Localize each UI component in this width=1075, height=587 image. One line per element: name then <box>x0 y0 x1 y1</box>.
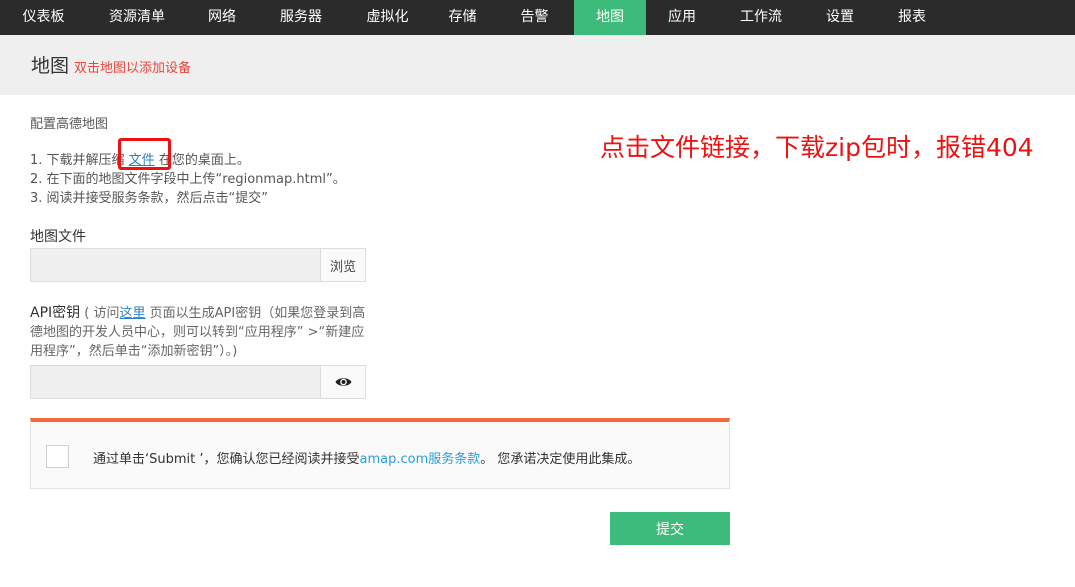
api-key-input[interactable] <box>31 366 320 398</box>
map-file-input[interactable] <box>31 249 320 281</box>
map-file-label: 地图文件 <box>30 229 86 245</box>
terms-text-suffix: 。 您承诺决定使用此集成。 <box>480 452 641 467</box>
terms-box: 通过单击‘Submit ’，您确认您已经阅读并接受amap.com服务条款。 您… <box>30 418 730 489</box>
api-key-label: API密钥 <box>30 305 81 321</box>
nav-item-settings[interactable]: 设置 <box>804 0 876 35</box>
config-step-3: 3. 阅读并接受服务条款，然后点击“提交” <box>30 191 269 206</box>
nav-item-storage[interactable]: 存储 <box>430 0 495 35</box>
nav-item-dashboard[interactable]: 仪表板 <box>0 0 87 35</box>
api-key-here-link[interactable]: 这里 <box>120 306 146 321</box>
nav-item-inventory[interactable]: 资源清单 <box>87 0 187 35</box>
page-title: 地图 <box>31 55 70 77</box>
page-header: 地图 双击地图以添加设备 <box>0 35 1075 95</box>
accept-terms-checkbox[interactable] <box>46 445 69 468</box>
map-file-field: 浏览 <box>30 248 366 282</box>
show-password-button[interactable] <box>320 366 365 398</box>
top-navigation: 仪表板 资源清单 网络 服务器 虚拟化 存储 告警 地图 应用 工作流 设置 报… <box>0 0 1075 35</box>
config-section-title: 配置高德地图 <box>30 117 109 132</box>
eye-icon <box>335 378 351 386</box>
nav-item-maps[interactable]: 地图 <box>574 0 646 35</box>
browse-button[interactable]: 浏览 <box>320 249 365 281</box>
terms-text: 通过单击‘Submit ’，您确认您已经阅读并接受amap.com服务条款。 您… <box>93 448 640 467</box>
config-step-2: 2. 在下面的地图文件字段中上传“regionmap.html”。 <box>30 172 346 187</box>
submit-button[interactable]: 提交 <box>610 512 730 545</box>
annotation-text: 点击文件链接，下载zip包时，报错404 <box>600 133 1034 162</box>
api-help-prefix: ( 访问 <box>80 306 120 321</box>
nav-item-servers[interactable]: 服务器 <box>257 0 345 35</box>
annotation-highlight-box <box>118 138 171 170</box>
nav-item-workflow[interactable]: 工作流 <box>718 0 804 35</box>
step1-prefix: 1. 下载并解压缩 <box>30 153 129 168</box>
api-key-field <box>30 365 366 399</box>
nav-item-alarms[interactable]: 告警 <box>495 0 574 35</box>
nav-item-virtualization[interactable]: 虚拟化 <box>345 0 430 35</box>
nav-item-apps[interactable]: 应用 <box>646 0 718 35</box>
api-key-help: API密钥 ( 访问这里 页面以生成API密钥（如果您登录到高德地图的开发人员中… <box>30 304 370 361</box>
terms-of-service-link[interactable]: amap.com服务条款 <box>360 452 481 467</box>
page-subtitle: 双击地图以添加设备 <box>74 61 192 76</box>
nav-item-reports[interactable]: 报表 <box>876 0 948 35</box>
nav-item-network[interactable]: 网络 <box>187 0 257 35</box>
terms-text-prefix: 通过单击‘Submit ’，您确认您已经阅读并接受 <box>93 452 360 467</box>
